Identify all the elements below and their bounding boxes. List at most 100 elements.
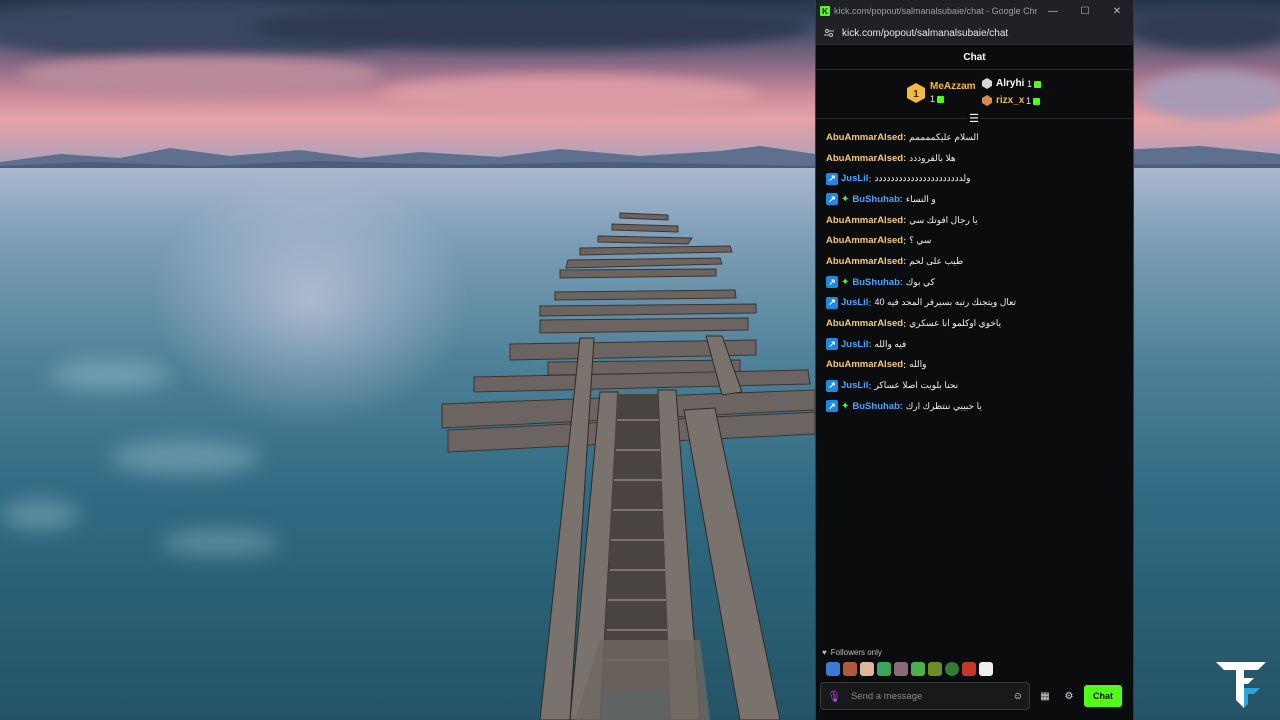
leader-1-count-value: 1 [930, 94, 936, 104]
emote-button[interactable] [928, 662, 942, 676]
chat-username[interactable]: AbuAmmarAlsed [826, 359, 903, 370]
username-separator: : [899, 401, 903, 412]
store-icon[interactable]: ▦ [1036, 687, 1054, 705]
chat-username[interactable]: AbuAmmarAlsed [826, 235, 903, 246]
star-badge-icon: ✦ [841, 193, 850, 205]
chat-message[interactable]: ↗ JusLil: فيه والله [826, 334, 1123, 355]
chat-username[interactable]: JusLil [841, 339, 868, 350]
chat-input-row: 🎙 Send a message ☺ ▦ ⚙ Chat [820, 682, 1129, 710]
chat-message-text: طيب على لحم [909, 255, 964, 266]
emote-button[interactable] [962, 662, 976, 676]
gear-icon[interactable]: ⚙ [1060, 687, 1078, 705]
username-separator: : [868, 173, 872, 184]
emote-button[interactable] [826, 662, 840, 676]
emoji-picker-icon[interactable]: ☺ [1013, 691, 1023, 702]
chat-message-text: تعال ويتجنك رتبه بسيرفر المحد فيه 40 [874, 297, 1016, 308]
chat-username[interactable]: AbuAmmarAlsed [826, 132, 903, 143]
svg-text:1: 1 [913, 89, 919, 100]
chat-message[interactable]: AbuAmmarAlsed: ياخوي اوكلمو انا عسكري [826, 313, 1123, 334]
chat-username[interactable]: JusLil [841, 297, 868, 308]
chat-input-placeholder[interactable]: Send a message [851, 691, 1013, 702]
username-separator: : [903, 256, 907, 267]
emote-button[interactable] [911, 662, 925, 676]
chat-username[interactable]: BuShuhab [852, 401, 900, 412]
chat-username[interactable]: JusLil [841, 173, 868, 184]
chat-message-text: ولدددددددددددددددددددددد [874, 173, 971, 184]
moderator-badge-icon: ↗ [826, 296, 838, 309]
chrome-popout-window: K kick.com/popout/salmanalsubaie/chat - … [815, 0, 1134, 720]
emote-button[interactable] [843, 662, 857, 676]
url-text[interactable]: kick.com/popout/salmanalsubaie/chat [842, 28, 1008, 39]
chat-username[interactable]: BuShuhab [852, 277, 900, 288]
chat-message[interactable]: AbuAmmarAlsed: السلام عليكممممم [826, 127, 1123, 148]
chat-message[interactable]: ↗ ✦ BuShuhab: كي بوك [826, 272, 1123, 293]
chat-username[interactable]: AbuAmmarAlsed [826, 256, 903, 267]
close-icon[interactable]: ✕ [1101, 0, 1133, 22]
chat-username[interactable]: AbuAmmarAlsed [826, 153, 903, 164]
chat-message-text: يا حبيبي ننتظرك ارك [905, 400, 982, 411]
leader-1-name[interactable]: MeAzzam [930, 81, 976, 92]
chat-username[interactable]: AbuAmmarAlsed [826, 318, 903, 329]
leader-1-count: 1 [930, 94, 945, 104]
moderator-badge-icon: ↗ [826, 379, 838, 392]
emote-button[interactable] [860, 662, 874, 676]
quick-emote-bar [820, 662, 1129, 676]
username-separator: : [899, 277, 903, 288]
emote-button[interactable] [979, 662, 993, 676]
leader-3-count-value: 1 [1026, 96, 1032, 106]
chat-message[interactable]: ↗ JusLil: تعال ويتجنك رتبه بسيرفر المحد في… [826, 293, 1123, 314]
leader-3-name[interactable]: rizx_x [996, 95, 1024, 106]
moderator-badge-icon: ↗ [826, 338, 838, 351]
address-bar[interactable]: kick.com/popout/salmanalsubaie/chat [816, 22, 1133, 45]
chat-message-text: فيه والله [874, 338, 907, 349]
username-separator: : [903, 318, 907, 329]
gift-icon [1033, 97, 1041, 105]
chat-username[interactable]: AbuAmmarAlsed [826, 215, 903, 226]
moderator-badge-icon: ↗ [826, 193, 838, 206]
minimize-icon[interactable]: — [1037, 0, 1069, 22]
chat-message-text: يا رجال افوتك سي [909, 214, 978, 225]
username-separator: : [903, 153, 907, 164]
emote-button[interactable] [945, 662, 959, 676]
chat-message[interactable]: AbuAmmarAlsed: سي ؟ [826, 230, 1123, 251]
rank-3-badge-icon [982, 95, 992, 106]
chat-message-text: والله [909, 359, 927, 370]
star-badge-icon: ✦ [841, 276, 850, 288]
username-separator: : [903, 235, 907, 246]
chat-username[interactable]: JusLil [841, 380, 868, 391]
chat-message[interactable]: ↗ JusLil: نحنا بلويت اصلا عساكر [826, 375, 1123, 396]
username-separator: : [899, 194, 903, 205]
chat-message[interactable]: ↗ ✦ BuShuhab: و النساء [826, 189, 1123, 210]
moderator-badge-icon: ↗ [826, 172, 838, 185]
chat-message-list[interactable]: AbuAmmarAlsed: السلام عليكممممم AbuAmmarAl… [816, 119, 1133, 648]
chat-message-text: و النساء [905, 193, 936, 204]
chat-header: Chat [816, 45, 1133, 70]
chat-message[interactable]: AbuAmmarAlsed: والله [826, 355, 1123, 376]
username-separator: : [903, 132, 907, 143]
chat-username[interactable]: BuShuhab [852, 194, 900, 205]
leader-2-name[interactable]: Alryhi [996, 78, 1024, 89]
chat-message[interactable]: ↗ ✦ BuShuhab: يا حبيبي ننتظرك ارك [826, 396, 1123, 417]
chat-message[interactable]: ↗ JusLil: ولدددددددددددددددددددددد [826, 168, 1123, 189]
chat-footer: ♥ Followers only 🎙 Send a message ☺ ▦ ⚙ … [816, 648, 1133, 720]
send-chat-button[interactable]: Chat [1084, 685, 1122, 707]
username-separator: : [903, 215, 907, 226]
chat-message-text: سي ؟ [909, 235, 932, 246]
chat-message[interactable]: AbuAmmarAlsed: يا رجال افوتك سي [826, 210, 1123, 231]
chat-message[interactable]: AbuAmmarAlsed: طيب على لحم [826, 251, 1123, 272]
collapse-leaderboard-icon[interactable]: ☰ [967, 111, 981, 125]
chat-message-text: ياخوي اوكلمو انا عسكري [909, 318, 1002, 329]
gift-icon [937, 95, 945, 103]
window-title: kick.com/popout/salmanalsubaie/chat - Go… [834, 6, 1037, 16]
chat-message-input[interactable]: 🎙 Send a message ☺ [820, 682, 1030, 710]
maximize-icon[interactable]: ☐ [1069, 0, 1101, 22]
emote-button[interactable] [894, 662, 908, 676]
chat-message[interactable]: AbuAmmarAlsed: هلا بالقروددد [826, 148, 1123, 169]
emote-button[interactable] [877, 662, 891, 676]
window-titlebar[interactable]: K kick.com/popout/salmanalsubaie/chat - … [816, 0, 1133, 22]
site-settings-icon[interactable] [822, 26, 836, 40]
microphone-icon[interactable]: 🎙 [827, 690, 841, 703]
gift-icon [1034, 80, 1042, 88]
gift-leaderboard: 1 MeAzzam 1 Alryhi 1 rizx_x 1 ☰ [816, 70, 1133, 125]
username-separator: : [868, 297, 872, 308]
